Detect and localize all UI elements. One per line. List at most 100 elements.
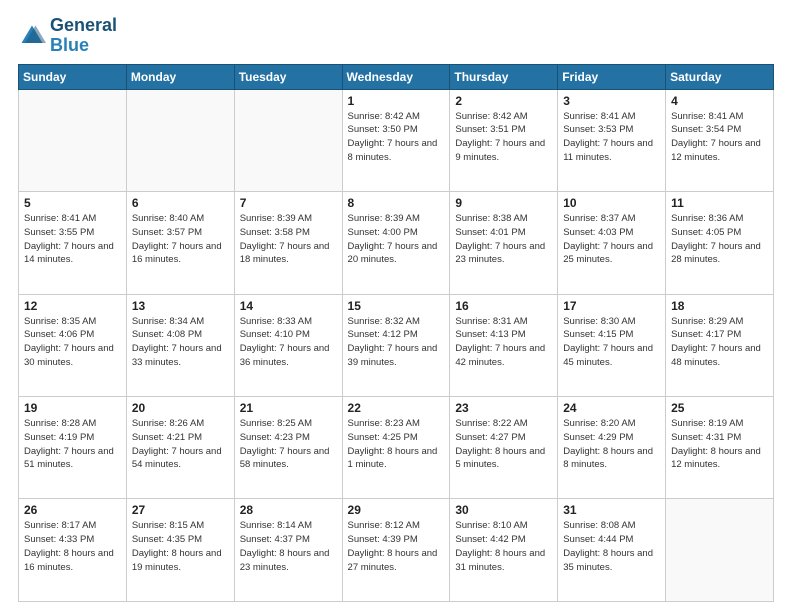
day-info: Sunrise: 8:12 AMSunset: 4:39 PMDaylight:…	[348, 519, 445, 574]
calendar-cell: 20 Sunrise: 8:26 AMSunset: 4:21 PMDayligh…	[126, 397, 234, 499]
weekday-header: Saturday	[666, 64, 774, 89]
calendar-cell: 25 Sunrise: 8:19 AMSunset: 4:31 PMDayligh…	[666, 397, 774, 499]
weekday-header: Tuesday	[234, 64, 342, 89]
day-info: Sunrise: 8:35 AMSunset: 4:06 PMDaylight:…	[24, 315, 121, 370]
calendar-cell	[666, 499, 774, 602]
calendar-cell: 30 Sunrise: 8:10 AMSunset: 4:42 PMDayligh…	[450, 499, 558, 602]
day-info: Sunrise: 8:19 AMSunset: 4:31 PMDaylight:…	[671, 417, 768, 472]
calendar-cell: 8Sunrise: 8:39 AMSunset: 4:00 PMDaylight…	[342, 192, 450, 294]
logo-icon	[18, 22, 46, 50]
calendar-cell: 31 Sunrise: 8:08 AMSunset: 4:44 PMDayligh…	[558, 499, 666, 602]
calendar-cell: 3 Sunrise: 8:41 AMSunset: 3:53 PMDaylight…	[558, 89, 666, 191]
calendar-cell	[126, 89, 234, 191]
calendar-cell: 24Sunrise: 8:20 AMSunset: 4:29 PMDayligh…	[558, 397, 666, 499]
page: General Blue SundayMondayTuesdayWednesda…	[0, 0, 792, 612]
calendar-cell: 16 Sunrise: 8:31 AMSunset: 4:13 PMDayligh…	[450, 294, 558, 396]
calendar-cell: 15 Sunrise: 8:32 AMSunset: 4:12 PMDayligh…	[342, 294, 450, 396]
calendar-cell	[19, 89, 127, 191]
day-number: 6	[132, 196, 229, 210]
day-number: 17	[563, 299, 660, 313]
weekday-header: Sunday	[19, 64, 127, 89]
day-info: Sunrise: 8:38 AMSunset: 4:01 PMDaylight:…	[455, 212, 552, 267]
day-number: 18	[671, 299, 768, 313]
calendar-week-row: 19 Sunrise: 8:28 AMSunset: 4:19 PMDayligh…	[19, 397, 774, 499]
day-number: 1	[348, 94, 445, 108]
day-number: 10	[563, 196, 660, 210]
calendar-week-row: 26Sunrise: 8:17 AMSunset: 4:33 PMDayligh…	[19, 499, 774, 602]
logo-text: General Blue	[50, 16, 117, 56]
calendar-cell: 5Sunrise: 8:41 AMSunset: 3:55 PMDaylight…	[19, 192, 127, 294]
day-number: 21	[240, 401, 337, 415]
day-info: Sunrise: 8:26 AMSunset: 4:21 PMDaylight:…	[132, 417, 229, 472]
day-info: Sunrise: 8:25 AMSunset: 4:23 PMDaylight:…	[240, 417, 337, 472]
day-number: 23	[455, 401, 552, 415]
calendar-table: SundayMondayTuesdayWednesdayThursdayFrid…	[18, 64, 774, 602]
day-info: Sunrise: 8:34 AMSunset: 4:08 PMDaylight:…	[132, 315, 229, 370]
day-number: 30	[455, 503, 552, 517]
day-number: 3	[563, 94, 660, 108]
day-info: Sunrise: 8:39 AMSunset: 3:58 PMDaylight:…	[240, 212, 337, 267]
day-info: Sunrise: 8:28 AMSunset: 4:19 PMDaylight:…	[24, 417, 121, 472]
day-number: 25	[671, 401, 768, 415]
calendar-header-row: SundayMondayTuesdayWednesdayThursdayFrid…	[19, 64, 774, 89]
day-info: Sunrise: 8:42 AMSunset: 3:51 PMDaylight:…	[455, 110, 552, 165]
day-number: 7	[240, 196, 337, 210]
calendar-cell: 26Sunrise: 8:17 AMSunset: 4:33 PMDayligh…	[19, 499, 127, 602]
calendar-cell: 11 Sunrise: 8:36 AMSunset: 4:05 PMDayligh…	[666, 192, 774, 294]
day-number: 19	[24, 401, 121, 415]
day-number: 2	[455, 94, 552, 108]
day-number: 5	[24, 196, 121, 210]
day-number: 29	[348, 503, 445, 517]
day-info: Sunrise: 8:29 AMSunset: 4:17 PMDaylight:…	[671, 315, 768, 370]
day-info: Sunrise: 8:10 AMSunset: 4:42 PMDaylight:…	[455, 519, 552, 574]
calendar-cell: 1 Sunrise: 8:42 AMSunset: 3:50 PMDaylight…	[342, 89, 450, 191]
day-info: Sunrise: 8:39 AMSunset: 4:00 PMDaylight:…	[348, 212, 445, 267]
calendar-cell: 12Sunrise: 8:35 AMSunset: 4:06 PMDayligh…	[19, 294, 127, 396]
day-info: Sunrise: 8:41 AMSunset: 3:53 PMDaylight:…	[563, 110, 660, 165]
calendar-cell: 29 Sunrise: 8:12 AMSunset: 4:39 PMDayligh…	[342, 499, 450, 602]
calendar-cell: 19 Sunrise: 8:28 AMSunset: 4:19 PMDayligh…	[19, 397, 127, 499]
day-number: 15	[348, 299, 445, 313]
day-info: Sunrise: 8:23 AMSunset: 4:25 PMDaylight:…	[348, 417, 445, 472]
day-info: Sunrise: 8:37 AMSunset: 4:03 PMDaylight:…	[563, 212, 660, 267]
day-info: Sunrise: 8:31 AMSunset: 4:13 PMDaylight:…	[455, 315, 552, 370]
day-info: Sunrise: 8:32 AMSunset: 4:12 PMDaylight:…	[348, 315, 445, 370]
day-number: 27	[132, 503, 229, 517]
day-number: 16	[455, 299, 552, 313]
day-number: 22	[348, 401, 445, 415]
day-info: Sunrise: 8:36 AMSunset: 4:05 PMDaylight:…	[671, 212, 768, 267]
day-info: Sunrise: 8:33 AMSunset: 4:10 PMDaylight:…	[240, 315, 337, 370]
day-info: Sunrise: 8:14 AMSunset: 4:37 PMDaylight:…	[240, 519, 337, 574]
day-number: 4	[671, 94, 768, 108]
day-info: Sunrise: 8:22 AMSunset: 4:27 PMDaylight:…	[455, 417, 552, 472]
day-number: 24	[563, 401, 660, 415]
calendar-cell: 21 Sunrise: 8:25 AMSunset: 4:23 PMDayligh…	[234, 397, 342, 499]
calendar-cell: 22 Sunrise: 8:23 AMSunset: 4:25 PMDayligh…	[342, 397, 450, 499]
header: General Blue	[18, 16, 774, 56]
calendar-cell: 14 Sunrise: 8:33 AMSunset: 4:10 PMDayligh…	[234, 294, 342, 396]
calendar-cell: 27 Sunrise: 8:15 AMSunset: 4:35 PMDayligh…	[126, 499, 234, 602]
day-info: Sunrise: 8:42 AMSunset: 3:50 PMDaylight:…	[348, 110, 445, 165]
calendar-cell: 10 Sunrise: 8:37 AMSunset: 4:03 PMDayligh…	[558, 192, 666, 294]
day-number: 31	[563, 503, 660, 517]
day-info: Sunrise: 8:08 AMSunset: 4:44 PMDaylight:…	[563, 519, 660, 574]
calendar-cell: 18 Sunrise: 8:29 AMSunset: 4:17 PMDayligh…	[666, 294, 774, 396]
day-info: Sunrise: 8:15 AMSunset: 4:35 PMDaylight:…	[132, 519, 229, 574]
day-info: Sunrise: 8:41 AMSunset: 3:54 PMDaylight:…	[671, 110, 768, 165]
weekday-header: Friday	[558, 64, 666, 89]
calendar-cell: 2 Sunrise: 8:42 AMSunset: 3:51 PMDaylight…	[450, 89, 558, 191]
day-number: 11	[671, 196, 768, 210]
calendar-cell: 7 Sunrise: 8:39 AMSunset: 3:58 PMDaylight…	[234, 192, 342, 294]
calendar-cell: 17Sunrise: 8:30 AMSunset: 4:15 PMDayligh…	[558, 294, 666, 396]
calendar-cell: 23 Sunrise: 8:22 AMSunset: 4:27 PMDayligh…	[450, 397, 558, 499]
day-number: 9	[455, 196, 552, 210]
calendar-cell	[234, 89, 342, 191]
day-number: 28	[240, 503, 337, 517]
weekday-header: Wednesday	[342, 64, 450, 89]
day-number: 20	[132, 401, 229, 415]
logo: General Blue	[18, 16, 117, 56]
calendar-cell: 9 Sunrise: 8:38 AMSunset: 4:01 PMDaylight…	[450, 192, 558, 294]
day-number: 14	[240, 299, 337, 313]
weekday-header: Monday	[126, 64, 234, 89]
calendar-week-row: 1 Sunrise: 8:42 AMSunset: 3:50 PMDaylight…	[19, 89, 774, 191]
